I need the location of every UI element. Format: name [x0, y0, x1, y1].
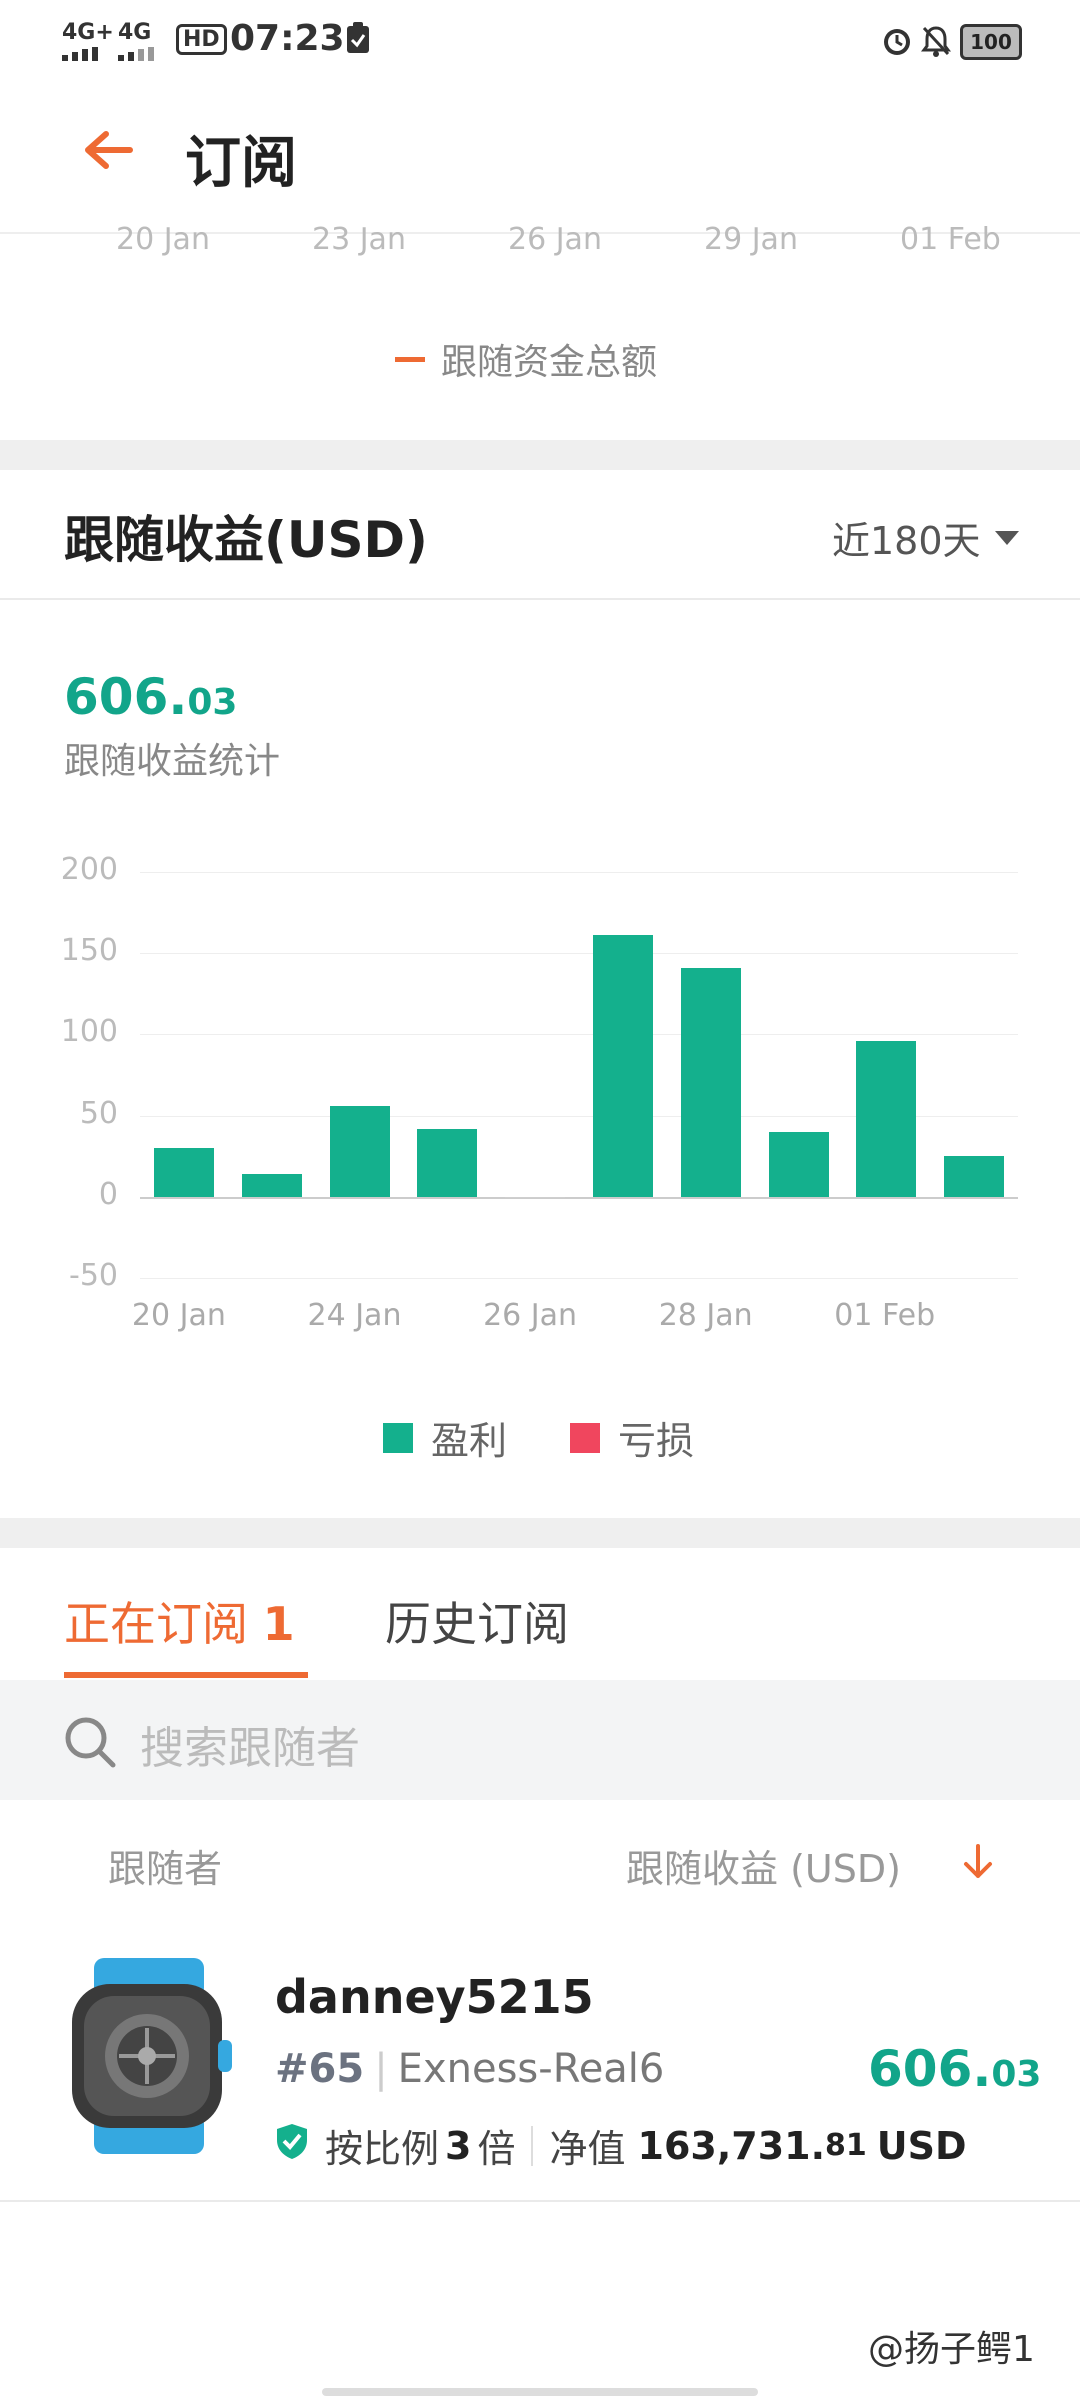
section-separator	[0, 440, 1080, 470]
tab-active-subscriptions[interactable]: 正在订阅 1	[64, 1588, 295, 1654]
search-icon	[62, 1714, 118, 1774]
sort-down-arrow-icon[interactable]	[960, 1842, 996, 1886]
tab-history-subscriptions[interactable]: 历史订阅	[385, 1588, 569, 1654]
top-nav	[0, 82, 1080, 234]
bar[interactable]	[329, 1105, 390, 1197]
page-title: 订阅	[185, 131, 297, 196]
x-tick-label: 28 Jan	[658, 1298, 753, 1333]
ratio-unit: 倍	[477, 2127, 516, 2171]
follower-rank: #65	[275, 2046, 365, 2092]
equity-label: 净值	[549, 2127, 626, 2171]
legend-profit: 盈利	[383, 1410, 507, 1465]
separator: |	[374, 2046, 388, 2092]
bar[interactable]	[944, 1156, 1005, 1197]
ratio-value: 3	[445, 2123, 472, 2168]
total-profit-label: 跟随收益统计	[64, 741, 281, 782]
y-tick-label: 100	[60, 1014, 118, 1050]
x-tick-label: 01 Feb	[834, 1298, 936, 1333]
y-tick-label: 0	[98, 1176, 118, 1212]
top-chart-xtick: 26 Jan	[508, 222, 602, 257]
bar[interactable]	[592, 935, 653, 1197]
home-indicator[interactable]	[322, 2388, 758, 2396]
column-header-profit[interactable]: 跟随收益 (USD)	[626, 1838, 901, 1893]
alarm-icon	[880, 24, 914, 62]
bar[interactable]	[768, 1131, 829, 1197]
bar[interactable]	[417, 1128, 478, 1197]
follower-account: #65 | Exness-Real6	[275, 2046, 664, 2092]
battery-indicator: 100	[960, 24, 1022, 60]
dropdown-triangle-icon	[994, 530, 1019, 545]
equity-dec: 81	[825, 2128, 867, 2163]
signal-bars-2-icon	[118, 46, 168, 65]
ratio-label: 按比例	[325, 2127, 440, 2171]
hd-badge: HD	[176, 24, 227, 55]
total-profit: 606.03	[64, 668, 237, 726]
avatar	[64, 1956, 234, 2156]
status-bar	[0, 0, 1080, 82]
gridline	[140, 953, 1018, 955]
follower-ratio-line: 按比例 3 倍 净值 163,731. 81 USD	[275, 2118, 967, 2173]
bar[interactable]	[153, 1148, 214, 1197]
shield-check-icon	[275, 2122, 309, 2169]
tab-underline	[64, 1672, 308, 1678]
equity-int: 163,731.	[637, 2123, 826, 2168]
divider	[0, 2200, 1080, 2202]
follower-server: Exness-Real6	[397, 2046, 665, 2092]
legend-label-profit: 盈利	[431, 1419, 508, 1463]
tab-active-label: 正在订阅	[64, 1597, 248, 1651]
y-tick-label: 200	[60, 852, 118, 887]
bar[interactable]	[505, 1196, 566, 1198]
top-chart-xtick: 20 Jan	[116, 222, 210, 257]
y-tick-label: 50	[79, 1095, 118, 1131]
watermark: @扬子鳄1	[868, 2329, 1035, 2370]
follower-profit-dec: 03	[991, 2054, 1042, 2095]
gridline	[140, 1196, 1018, 1199]
equity-currency: USD	[876, 2123, 967, 2168]
total-profit-int: 606.	[64, 668, 188, 726]
top-chart-xtick: 23 Jan	[312, 222, 406, 257]
legend-label-loss: 亏损	[618, 1419, 695, 1463]
bar[interactable]	[680, 967, 741, 1197]
legend-dash-icon	[395, 356, 425, 362]
top-chart-legend-label: 跟随资金总额	[441, 342, 658, 383]
bar[interactable]	[856, 1040, 917, 1197]
search-input[interactable]: 搜索跟随者	[140, 1712, 360, 1776]
top-chart-xtick: 29 Jan	[704, 222, 798, 257]
x-tick-label: 26 Jan	[483, 1298, 578, 1333]
x-tick-label: 20 Jan	[131, 1298, 226, 1333]
follower-name: danney5215	[275, 1970, 594, 2024]
y-tick-label: 150	[60, 933, 118, 969]
profit-section-title: 跟随收益(USD)	[64, 511, 428, 569]
gridline	[140, 1278, 1018, 1279]
range-selector[interactable]: 近180天	[832, 510, 1019, 565]
tab-active-count: 1	[262, 1597, 295, 1651]
legend-swatch-loss	[570, 1422, 600, 1453]
top-chart-legend: 跟随资金总额	[395, 333, 657, 385]
signal-4g: 4G	[118, 20, 152, 45]
y-tick-label: -50	[69, 1258, 118, 1293]
total-profit-dec: 03	[187, 682, 238, 723]
gridline	[140, 872, 1018, 873]
column-header-follower: 跟随者	[108, 1847, 223, 1891]
legend-loss: 亏损	[570, 1410, 694, 1465]
signal-4g-plus: 4G+	[62, 20, 114, 45]
bell-off-icon	[920, 24, 952, 62]
clipboard-icon	[346, 22, 370, 58]
back-arrow-icon[interactable]	[80, 126, 136, 178]
divider	[0, 598, 1080, 600]
gridline	[140, 1034, 1018, 1036]
range-label: 近180天	[832, 519, 981, 563]
bar[interactable]	[241, 1174, 302, 1197]
follower-profit: 606.03	[868, 2040, 1041, 2098]
legend-swatch-profit	[383, 1422, 413, 1453]
separator	[531, 2125, 534, 2166]
top-chart-xtick: 01 Feb	[900, 222, 1001, 257]
clock: 07:23	[230, 18, 345, 59]
signal-bars-icon	[62, 46, 112, 65]
follower-profit-int: 606.	[868, 2040, 992, 2098]
section-separator	[0, 1518, 1080, 1548]
x-tick-label: 24 Jan	[307, 1298, 402, 1333]
